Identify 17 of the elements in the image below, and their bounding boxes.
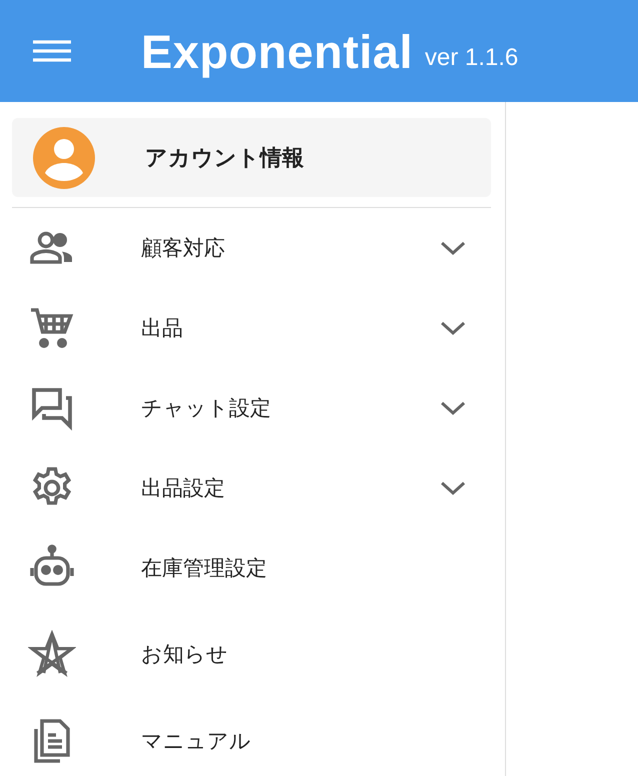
menu-item[interactable]: チャット設定 (0, 368, 505, 448)
account-item[interactable]: アカウント情報 (12, 118, 491, 197)
menu-item[interactable]: 顧客対応 (0, 208, 505, 288)
star-icon (28, 630, 76, 678)
menu-item[interactable]: マニュアル (0, 696, 505, 776)
menu-item[interactable]: 出品設定 (0, 448, 505, 528)
chevron-icon[interactable] (439, 319, 467, 337)
chevron-icon[interactable] (439, 479, 467, 497)
menu-item[interactable]: 出品 (0, 288, 505, 368)
avatar-icon (33, 126, 95, 188)
chevron-icon[interactable] (439, 399, 467, 417)
account-label: アカウント情報 (145, 144, 304, 172)
version-label: ver 1.1.6 (424, 44, 518, 72)
chevron-icon[interactable] (439, 239, 467, 257)
app-title: Exponential (141, 24, 413, 78)
menu-item[interactable]: 在庫管理設定 (0, 528, 505, 608)
menu-item[interactable]: お知らせ (0, 608, 505, 696)
